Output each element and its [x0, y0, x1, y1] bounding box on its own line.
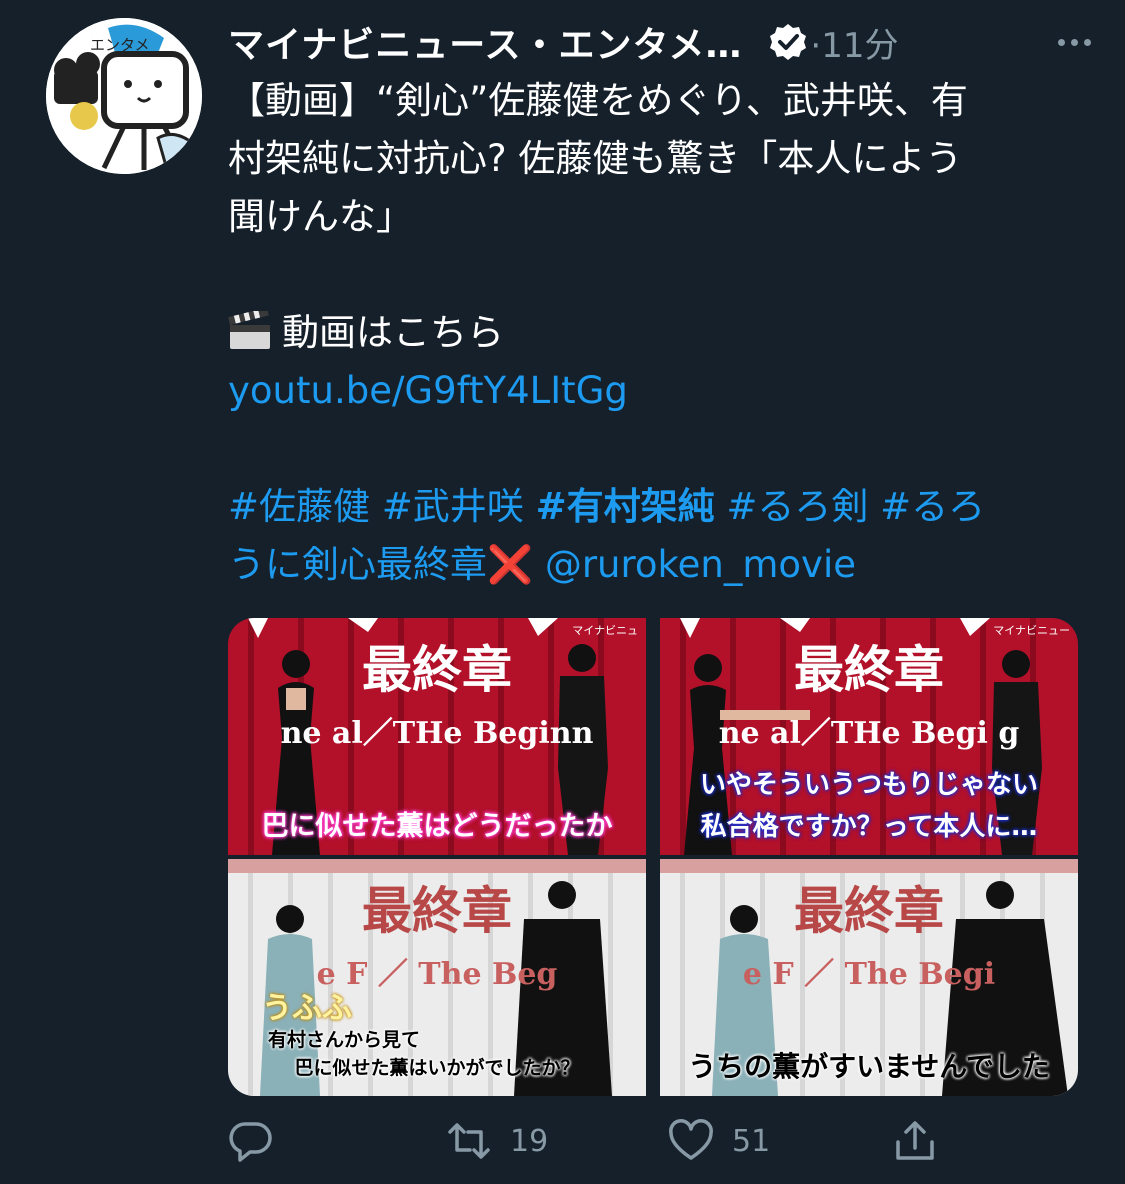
subtitle-caption: うちの薫がすいませんでした	[688, 1050, 1050, 1083]
timestamp[interactable]: ·11分	[810, 18, 898, 67]
avatar[interactable]: エンタメ	[46, 18, 202, 174]
like-button[interactable]: 51	[668, 1118, 770, 1164]
reply-icon	[229, 1122, 272, 1162]
hashtag-continued[interactable]: うに剣心最終章	[228, 543, 487, 586]
verified-badge-icon	[770, 24, 807, 60]
media-grid: マイナビニュ 最終章 ne al／THe Beginn 巴に似せた薫はどうだった…	[228, 618, 1078, 1096]
tweet-header: マイナビニュース・エンタメ… ·11分	[228, 14, 1105, 70]
retweet-count: 19	[510, 1123, 549, 1159]
mention[interactable]: @ruroken_movie	[545, 543, 856, 586]
movie-subtitle-text: e F ／ The Begi	[742, 957, 996, 992]
hashtag[interactable]: #るろ剣	[726, 485, 868, 528]
subtitle-caption: うふふ	[262, 991, 352, 1026]
media-thumbnail[interactable]: 最終章 e F ／ The Begi うちの薫がすいませんでした	[660, 859, 1078, 1096]
subtitle-caption: 巴に似せた薫はどうだったか	[261, 811, 613, 842]
share-button[interactable]	[892, 1118, 938, 1164]
movie-title-text: 最終章	[794, 881, 944, 940]
tweet-text-line: 村架純に対抗心? 佐藤健も驚き「本人によう	[228, 137, 963, 180]
tweet-text-line: 【動画】“剣心”佐藤健をめぐり、武井咲、有	[228, 79, 968, 122]
subtitle-caption: 巴に似せた薫はいかがでしたか？	[294, 1057, 580, 1079]
movie-subtitle-text: ne al／THe Begi g	[718, 716, 1020, 751]
movie-title-text: 最終章	[362, 640, 512, 699]
media-thumbnail[interactable]: 最終章 e F ／ The Beg うふふ 有村さんから見て 巴に似せた薫はいか…	[228, 859, 646, 1096]
reply-button[interactable]	[228, 1118, 274, 1164]
subtitle-caption: 私合格ですか？って本人に…	[700, 812, 1038, 842]
movie-title-text: 最終章	[362, 881, 512, 940]
hashtag[interactable]: #武井咲	[382, 485, 524, 528]
video-line: 動画はこちら	[228, 304, 1098, 362]
media-thumbnail[interactable]: マイナビニュー 最終章 ne al／THe Begi g いやそういうつもりじゃ…	[660, 618, 1078, 855]
media-thumbnail[interactable]: マイナビニュ 最終章 ne al／THe Beginn 巴に似せた薫はどうだった…	[228, 618, 646, 855]
tweet-text: 【動画】“剣心”佐藤健をめぐり、武井咲、有 村架純に対抗心? 佐藤健も驚き「本人…	[228, 72, 1098, 594]
retweet-button[interactable]: 19	[446, 1118, 548, 1164]
avatar-camera-illustration: エンタメ	[46, 18, 202, 174]
cross-mark-icon: ❌	[487, 543, 534, 586]
hashtag-line: #佐藤健 #武井咲 #有村架純 #るろ剣 #るろ	[228, 478, 1098, 536]
hashtag[interactable]: #有村架純	[536, 485, 715, 528]
share-icon	[896, 1121, 934, 1160]
like-count: 51	[732, 1123, 771, 1159]
subtitle-caption: 有村さんから見て	[268, 1029, 421, 1051]
video-link[interactable]: youtu.be/G9ftY4LItGg	[228, 369, 628, 412]
tweet-actions: 19 51	[228, 1118, 948, 1174]
subtitle-caption: いやそういうつもりじゃない	[699, 770, 1038, 800]
display-name[interactable]: マイナビニュース・エンタメ…	[228, 16, 742, 68]
heart-icon	[669, 1119, 713, 1160]
hashtag[interactable]: #佐藤健	[228, 485, 370, 528]
retweet-icon	[448, 1123, 490, 1159]
more-options-icon[interactable]	[1058, 38, 1091, 46]
hashtag-line: うに剣心最終章❌ @ruroken_movie	[228, 536, 1098, 594]
tweet-text-line: 聞けんな」	[228, 195, 413, 238]
movie-subtitle-text: ne al／THe Beginn	[280, 716, 594, 751]
clapper-board-icon	[228, 311, 270, 349]
movie-title-text: 最終章	[794, 640, 944, 699]
hashtag[interactable]: #るろ	[880, 485, 985, 528]
video-label: 動画はこちら	[282, 311, 504, 354]
